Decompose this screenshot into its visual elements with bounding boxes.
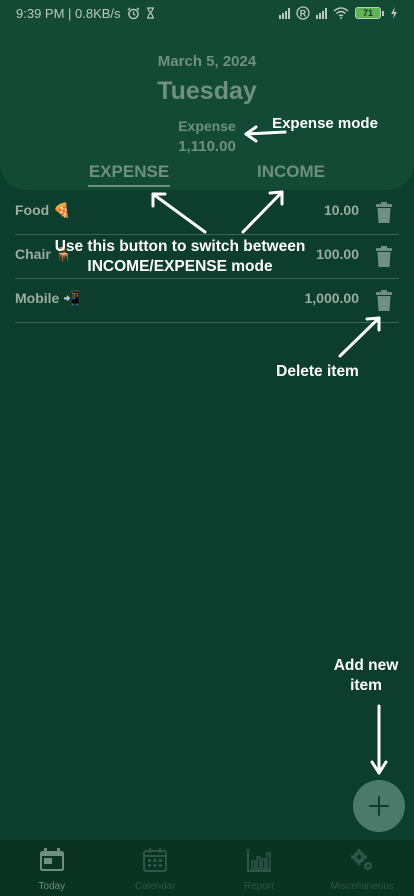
annotation-switch-line2: INCOME/EXPENSE mode (87, 258, 273, 276)
nav-calendar-label: Calendar (134, 881, 176, 892)
annotation-switch-line1: Use this button to switch between (54, 238, 306, 255)
hourglass-icon (146, 7, 154, 19)
battery-level: 71 (355, 7, 381, 19)
arrow-to-add (370, 704, 388, 775)
registered-icon: R (296, 6, 310, 20)
battery-icon: 71 (355, 7, 384, 19)
nav-report-label: Report (243, 881, 274, 892)
tab-income[interactable]: INCOME (244, 162, 338, 182)
gears-icon (349, 848, 375, 872)
item-name: Food 🍕 (15, 202, 71, 218)
delete-icon[interactable] (375, 290, 393, 312)
add-item-button[interactable] (353, 780, 405, 832)
status-bar: 9:39 PM | 0.8KB/s R 71 (0, 0, 414, 26)
delete-icon[interactable] (375, 246, 393, 268)
calendar-today-icon (39, 848, 65, 872)
annotation-expense-mode: Expense mode (272, 115, 378, 132)
item-amount: 10.00 (323, 202, 359, 218)
arrow-to-delete (338, 316, 381, 358)
calendar-grid-icon (142, 848, 168, 872)
status-right: R 71 (279, 6, 398, 20)
nav-today-label: Today (38, 881, 66, 892)
list-item[interactable]: Mobile 📲 1,000.00 (15, 279, 399, 323)
item-name: Mobile 📲 (15, 290, 81, 306)
nav-calendar[interactable]: Calendar (104, 840, 208, 896)
alarm-icon (127, 7, 140, 19)
tab-income-label: INCOME (257, 162, 325, 181)
annotation-delete-item: Delete item (276, 363, 359, 380)
nav-miscellaneous-label: Miscellaneous (330, 881, 394, 892)
delete-icon[interactable] (375, 202, 393, 224)
status-time: 9:39 PM | 0.8KB/s (16, 5, 121, 21)
plus-icon (369, 796, 389, 816)
mode-label: Expense (178, 118, 236, 134)
current-day: Tuesday (157, 77, 257, 105)
item-amount: 1,000.00 (304, 290, 360, 306)
total-amount: 1,110.00 (178, 138, 236, 155)
nav-today[interactable]: Today (0, 840, 104, 896)
wifi-icon (333, 7, 349, 19)
svg-text:R: R (300, 8, 307, 18)
signal-icon (279, 7, 290, 19)
list-item[interactable]: Food 🍕 10.00 (15, 191, 399, 235)
tab-expense[interactable]: EXPENSE (84, 162, 174, 187)
nav-miscellaneous[interactable]: Miscellaneous (311, 840, 414, 896)
nav-report[interactable]: Report (207, 840, 311, 896)
charging-icon (391, 7, 397, 19)
annotation-switch-mode: Use this button to switch between INCOME… (20, 237, 340, 277)
signal-icon-2 (316, 7, 327, 19)
current-date: March 5, 2024 (157, 53, 257, 70)
active-tab-underline (88, 185, 170, 187)
app-screen: 9:39 PM | 0.8KB/s R 71 March 5, 2024 Tue… (0, 0, 414, 896)
annotation-add-item: Add new item (333, 657, 399, 695)
tab-expense-label: EXPENSE (88, 162, 170, 181)
bar-chart-icon (246, 848, 272, 872)
status-left: 9:39 PM | 0.8KB/s (16, 6, 155, 21)
bottom-nav: Today Calendar Report Miscellaneous (0, 840, 414, 896)
